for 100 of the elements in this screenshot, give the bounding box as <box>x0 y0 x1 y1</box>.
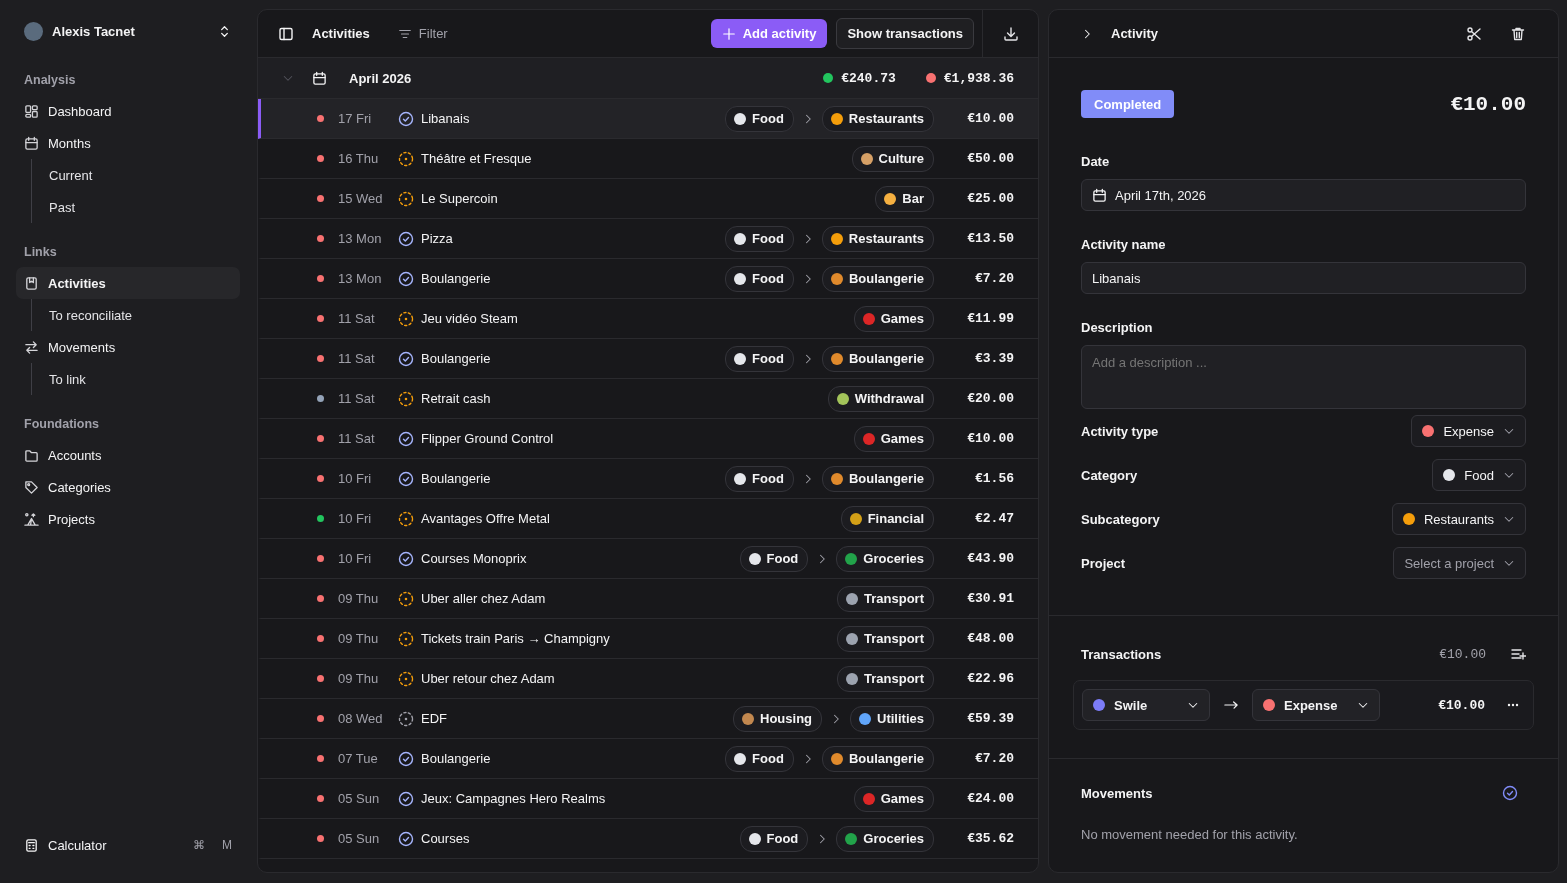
activity-row[interactable]: 09 Thu Uber aller chez Adam Transport €30.91 <box>258 579 1038 619</box>
activity-row[interactable]: 05 Sun Jeux: Campagnes Hero Realms Games €24.00 <box>258 779 1038 819</box>
sidebar-item[interactable]: Dashboard <box>16 95 240 127</box>
activity-row[interactable]: 09 Thu Uber retour chez Adam Transport €22.96 <box>258 659 1038 699</box>
nav-icon <box>24 135 39 151</box>
sidebar-item[interactable]: Projects <box>16 503 240 535</box>
delete-button[interactable] <box>1510 25 1526 42</box>
category-tag[interactable]: Transport <box>837 665 934 692</box>
more-icon[interactable] <box>1507 703 1519 707</box>
sidebar-item[interactable]: Movements <box>16 331 240 363</box>
activity-row[interactable]: 11 Sat Flipper Ground Control Games €10.00 <box>258 419 1038 459</box>
sidebar-subitem[interactable]: Current <box>32 159 101 191</box>
account-switcher[interactable]: Alexis Tacnet <box>16 14 240 51</box>
category-tag[interactable]: Boulangerie <box>821 745 934 772</box>
activity-row[interactable]: 10 Fri Boulangerie Food Boulangerie €1.56 <box>258 459 1038 499</box>
download-icon <box>1002 25 1019 42</box>
sidebar-subitem[interactable]: To reconciliate <box>32 299 141 331</box>
category-tag[interactable]: Boulangerie <box>821 465 934 492</box>
category-tag[interactable]: Food <box>739 545 809 572</box>
check-circle-icon <box>1502 785 1518 801</box>
avatar <box>24 22 43 41</box>
check-circle-icon <box>398 790 414 807</box>
amount: €3.39 <box>974 351 1014 366</box>
select-field[interactable]: Food <box>1432 459 1526 491</box>
category-tag[interactable]: Groceries <box>836 825 934 852</box>
category-tag[interactable]: Food <box>725 345 794 372</box>
sidebar-item[interactable]: Months <box>16 127 240 159</box>
category-tag[interactable]: Boulangerie <box>821 345 934 372</box>
activity-row[interactable]: 07 Tue Boulangerie Food Boulangerie €7.20 <box>258 739 1038 779</box>
activity-row[interactable]: 13 Mon Boulangerie Food Boulangerie €7.20 <box>258 259 1038 299</box>
category-tag[interactable]: Transport <box>837 585 934 612</box>
activity-row[interactable]: 11 Sat Boulangerie Food Boulangerie €3.39 <box>258 339 1038 379</box>
date-field[interactable]: April 17th, 2026 <box>1081 179 1526 211</box>
category-tag[interactable]: Utilities <box>850 705 934 732</box>
category-tag[interactable]: Financial <box>840 505 934 532</box>
category-tag[interactable]: Games <box>853 305 934 332</box>
filter-button[interactable]: Filter <box>397 26 448 41</box>
sidebar-subitem[interactable]: Past <box>32 191 83 223</box>
add-activity-button[interactable]: Add activity <box>710 19 828 48</box>
dashed-circle-icon <box>398 310 414 327</box>
activity-row[interactable]: 11 Sat Jeu vidéo Steam Games €11.99 <box>258 299 1038 339</box>
activity-row[interactable]: 10 Fri Avantages Offre Metal Financial €2.47 <box>258 499 1038 539</box>
scissors-icon <box>1466 25 1482 42</box>
sidebar-item[interactable]: Categories <box>16 471 240 503</box>
category-tag[interactable]: Food <box>725 745 794 772</box>
category-tag[interactable]: Games <box>853 425 934 452</box>
activity-amount: €10.00 <box>1450 92 1526 116</box>
name-field[interactable]: Libanais <box>1081 262 1526 294</box>
field-label: Description <box>1081 320 1154 335</box>
dashed-circle-icon <box>398 190 414 207</box>
category-tag[interactable]: Restaurants <box>821 225 934 252</box>
activity-row[interactable]: 09 Thu Tickets train Paris → Champigny Transport €48.00 <box>258 619 1038 659</box>
calculator-link[interactable]: Calculator <box>48 837 176 853</box>
page-title: Activities <box>312 26 370 41</box>
show-transactions-button[interactable]: Show transactions <box>836 18 974 49</box>
month-header[interactable]: April 2026 €240.73 €1,938.36 <box>258 58 1038 99</box>
section-title: Transactions <box>1081 646 1163 662</box>
activity-row[interactable]: 11 Sat Retrait cash Withdrawal €20.00 <box>258 379 1038 419</box>
category-tag[interactable]: Food <box>725 265 794 292</box>
description-field[interactable]: Add a description ... <box>1081 345 1526 409</box>
split-button[interactable] <box>1466 25 1482 42</box>
check-circle-icon <box>398 550 414 567</box>
category-tag[interactable]: Housing <box>733 705 823 732</box>
activity-row[interactable]: 13 Mon Pizza Food Restaurants €13.50 <box>258 219 1038 259</box>
add-transaction-button[interactable] <box>1510 646 1526 662</box>
date-label: 11 Sat <box>338 311 376 326</box>
account-select[interactable]: Expense <box>1252 689 1380 721</box>
sidebar-subitem[interactable]: To link <box>32 363 94 395</box>
category-tag[interactable]: Culture <box>851 145 934 172</box>
activity-row[interactable]: 15 Wed Le Supercoin Bar €25.00 <box>258 179 1038 219</box>
category-tag[interactable]: Restaurants <box>821 105 934 132</box>
activity-row[interactable]: 10 Fri Courses Monoprix Food Groceries €43.90 <box>258 539 1038 579</box>
month-total: €240.73 <box>841 70 896 86</box>
activity-row[interactable]: 08 Wed EDF Housing Utilities €59.39 <box>258 699 1038 739</box>
activity-row[interactable]: 05 Sun Courses Food Groceries €35.62 <box>258 819 1038 859</box>
category-tag[interactable]: Transport <box>837 625 934 652</box>
account-select[interactable]: Swile <box>1082 689 1210 721</box>
category-tag[interactable]: Food <box>739 825 809 852</box>
list-plus-icon <box>1510 646 1526 662</box>
select-field[interactable]: Restaurants <box>1391 503 1526 535</box>
nav-icon <box>24 447 39 463</box>
category-tag[interactable]: Groceries <box>836 545 934 572</box>
check-circle-icon <box>398 750 414 767</box>
select-field[interactable]: Select a project <box>1393 547 1526 579</box>
activity-row[interactable]: 17 Fri Libanais Food Restaurants €10.00 <box>258 99 1038 139</box>
category-tag[interactable]: Games <box>853 785 934 812</box>
category-tag[interactable]: Food <box>725 225 794 252</box>
category-tag[interactable]: Boulangerie <box>821 265 934 292</box>
select-field[interactable]: Expense <box>1411 415 1526 447</box>
amount: €2.47 <box>974 511 1014 526</box>
sidebar-item[interactable]: Accounts <box>16 439 240 471</box>
amount: €30.91 <box>966 591 1014 606</box>
activity-row[interactable]: 16 Thu Théâtre et Fresque Culture €50.00 <box>258 139 1038 179</box>
category-tag[interactable]: Food <box>725 105 794 132</box>
date-label: 10 Fri <box>338 511 373 526</box>
category-tag[interactable]: Withdrawal <box>827 385 934 412</box>
nav-icon <box>24 103 39 119</box>
sidebar-item[interactable]: Activities <box>16 267 240 299</box>
category-tag[interactable]: Bar <box>875 185 934 212</box>
category-tag[interactable]: Food <box>725 465 794 492</box>
